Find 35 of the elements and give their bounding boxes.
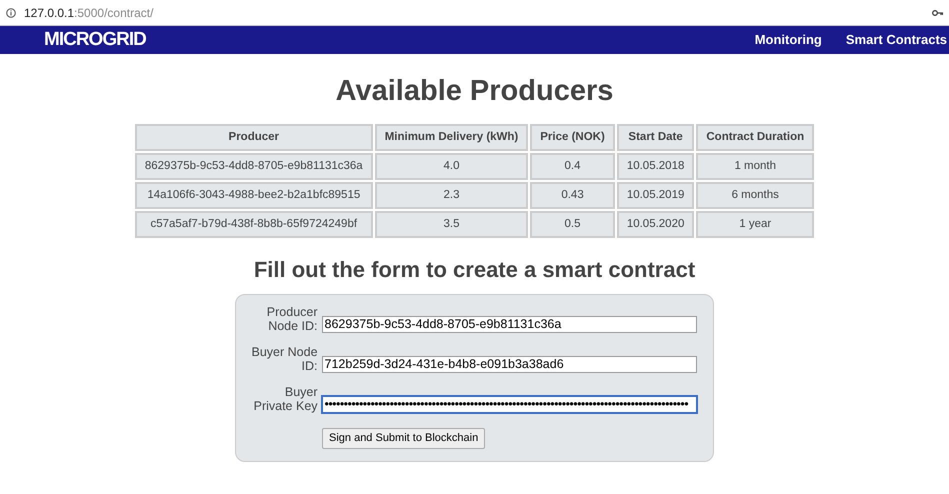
page-title: Available Producers [334,76,614,108]
table-cell: 4.0 [374,152,528,180]
input-field[interactable]: 8629375b-9c53-4dd8-8705-e9b81131c36a [322,316,697,334]
table-cell: 8629375b-9c53-4dd8-8705-e9b81131c36a [134,152,373,180]
url-text[interactable]: 127.0.0.1:5000/contract/ [24,4,154,22]
table-cell: 0.4 [530,152,615,180]
key-icon[interactable] [932,8,943,16]
input-field[interactable]: 712b259d-3d24-431e-b4b8-e091b3a38ad6 [322,356,697,374]
table-cell: 1 year [696,210,814,238]
table-cell: 2.3 [374,182,528,209]
table-cell: 1 month [696,152,814,180]
table-cell: 0.5 [530,210,615,238]
column-header: Start Date [616,124,694,151]
info-icon [6,8,16,18]
brand-logo[interactable]: MICROGRID [44,26,146,54]
table-cell: 3.5 [374,210,528,238]
table-cell: 6 months [696,182,814,209]
table-cell: 10.05.2019 [616,182,694,209]
input-field[interactable]: ••••••••••••••••••••••••••••••••••••••••••••••••••••••••••••••••••••••••••••••••••••••••••••••• [322,396,697,414]
table-cell: 0.43 [530,182,615,209]
column-header: Contract Duration [696,124,814,151]
table-cell: c57a5af7-b79d-438f-8b8b-65f9724249bf [134,210,373,238]
nav-link[interactable]: Monitoring [754,30,822,50]
table-cell: 14a106f6-3043-4988-bee2-b2a1bfc89515 [134,182,373,209]
column-header: Producer [134,124,373,151]
table-cell: 10.05.2018 [616,152,694,180]
form-heading: Fill out the form to create a smart contract [252,258,696,282]
field-label: Producer Node ID: [266,305,318,334]
nav-link[interactable]: Smart Contracts [846,30,947,50]
table-cell: 10.05.2020 [616,210,694,238]
submit-button[interactable]: Sign and Submit to Blockchain [322,428,486,449]
column-header: Minimum Delivery (kWh) [374,124,528,151]
field-label: Buyer Private Key [252,385,318,414]
field-label: Buyer Node ID: [250,345,318,374]
column-header: Price (NOK) [530,124,615,151]
